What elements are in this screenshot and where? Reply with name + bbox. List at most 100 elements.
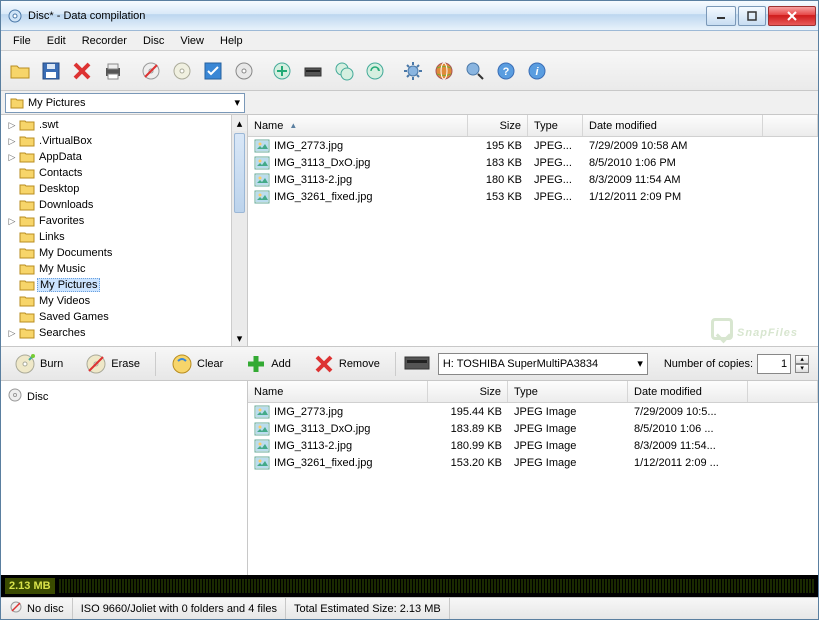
menu-recorder[interactable]: Recorder	[74, 33, 135, 49]
scroll-down-icon[interactable]: ▾	[232, 330, 247, 346]
scroll-thumb[interactable]	[234, 133, 245, 213]
col-type[interactable]: Type	[528, 115, 583, 136]
image-file-icon	[254, 405, 270, 419]
clear-button[interactable]: Clear	[164, 351, 230, 377]
list-item[interactable]: IMG_2773.jpg195 KBJPEG...7/29/2009 10:58…	[248, 137, 818, 154]
maximize-button[interactable]	[738, 6, 766, 26]
tree-item[interactable]: Links	[7, 229, 231, 245]
tree-item[interactable]: My Pictures	[7, 277, 231, 293]
image-file-icon	[254, 173, 270, 187]
folder-icon	[19, 166, 35, 180]
expand-icon[interactable]: ▷	[7, 136, 17, 147]
search-globe-icon[interactable]	[460, 56, 490, 86]
expand-icon[interactable]: ▷	[7, 328, 17, 339]
disc-label: Disc	[27, 391, 48, 403]
col-name[interactable]: Name	[248, 381, 428, 402]
add-button[interactable]: Add	[238, 351, 298, 377]
disc-icon	[7, 387, 23, 406]
tree-item[interactable]: ▷ AppData	[7, 149, 231, 165]
tree-item[interactable]: Saved Games	[7, 309, 231, 325]
col-date[interactable]: Date modified	[628, 381, 748, 402]
col-name[interactable]: Name▲	[248, 115, 468, 136]
scroll-up-icon[interactable]: ▴	[232, 115, 247, 131]
help-icon[interactable]: ?	[491, 56, 521, 86]
col-date[interactable]: Date modified	[583, 115, 763, 136]
menu-disc[interactable]: Disc	[135, 33, 172, 49]
list-item[interactable]: IMG_3113-2.jpg180 KBJPEG...8/3/2009 11:5…	[248, 171, 818, 188]
list-item[interactable]: IMG_3113_DxO.jpg183.89 KBJPEG Image8/5/2…	[248, 420, 818, 437]
list-item[interactable]: IMG_3261_fixed.jpg153 KBJPEG...1/12/2011…	[248, 188, 818, 205]
tree-item[interactable]: ▷.VirtualBox	[7, 133, 231, 149]
menu-edit[interactable]: Edit	[39, 33, 74, 49]
folder-icon	[19, 214, 35, 228]
expand-icon[interactable]: ▷	[7, 152, 17, 163]
minimize-button[interactable]	[706, 6, 736, 26]
tree-scrollbar[interactable]: ▴ ▾	[231, 115, 247, 346]
disc-tree[interactable]: Disc	[1, 381, 248, 575]
list-item[interactable]: IMG_3261_fixed.jpg153.20 KBJPEG Image1/1…	[248, 454, 818, 471]
tree-label: Links	[37, 231, 67, 243]
folder-icon	[19, 134, 35, 148]
list-item[interactable]: IMG_3113-2.jpg180.99 KBJPEG Image8/3/200…	[248, 437, 818, 454]
erase-button[interactable]: Erase	[78, 351, 147, 377]
folder-icon	[19, 118, 35, 132]
burn-button[interactable]: Burn	[7, 351, 70, 377]
list-item[interactable]: IMG_2773.jpg195.44 KBJPEG Image7/29/2009…	[248, 403, 818, 420]
tree-item[interactable]: My Videos	[7, 293, 231, 309]
tree-item[interactable]: ▷Favorites	[7, 213, 231, 229]
web-icon[interactable]	[429, 56, 459, 86]
source-file-list: Name▲ Size Type Date modified IMG_2773.j…	[248, 115, 818, 346]
disc-copy-icon[interactable]	[329, 56, 359, 86]
column-header: Name▲ Size Type Date modified	[248, 115, 818, 137]
drive-icon[interactable]	[298, 56, 328, 86]
expand-icon[interactable]: ▷	[7, 120, 17, 131]
disc-root[interactable]: Disc	[5, 385, 243, 408]
path-text: My Pictures	[28, 97, 85, 109]
folder-icon	[19, 310, 35, 324]
path-combo[interactable]: My Pictures ▾	[5, 93, 245, 113]
col-size[interactable]: Size	[468, 115, 528, 136]
tree-label: AppData	[37, 151, 84, 163]
folder-tree[interactable]: ▷.swt▷.VirtualBox▷AppDataContactsDesktop…	[1, 115, 248, 346]
menu-help[interactable]: Help	[212, 33, 251, 49]
open-folder-icon[interactable]	[5, 56, 35, 86]
menubar: File Edit Recorder Disc View Help	[1, 31, 818, 51]
burn-disc-icon[interactable]	[267, 56, 297, 86]
disc-icon[interactable]	[167, 56, 197, 86]
copies-up[interactable]: ▴	[795, 355, 809, 364]
list-item[interactable]: IMG_3113_DxO.jpg183 KBJPEG...8/5/2010 1:…	[248, 154, 818, 171]
status-total: Total Estimated Size: 2.13 MB	[286, 598, 450, 619]
menu-view[interactable]: View	[172, 33, 212, 49]
settings-icon[interactable]	[398, 56, 428, 86]
tree-item[interactable]: Downloads	[7, 197, 231, 213]
tree-item[interactable]: ▷.swt	[7, 117, 231, 133]
close-button[interactable]	[768, 6, 816, 26]
print-icon[interactable]	[98, 56, 128, 86]
tree-item[interactable]: My Documents	[7, 245, 231, 261]
disc-verify-icon[interactable]	[198, 56, 228, 86]
remove-button[interactable]: Remove	[306, 351, 387, 377]
col-type[interactable]: Type	[508, 381, 628, 402]
col-size[interactable]: Size	[428, 381, 508, 402]
drive-select[interactable]: H: TOSHIBA SuperMultiPA3834 ▾	[438, 353, 648, 375]
copies-input[interactable]	[757, 354, 791, 374]
tree-item[interactable]: Contacts	[7, 165, 231, 181]
nodisc-icon	[9, 600, 23, 617]
tree-label: Contacts	[37, 167, 84, 179]
disc-erase-icon[interactable]	[136, 56, 166, 86]
info-icon[interactable]: i	[522, 56, 552, 86]
disc-refresh-icon[interactable]	[360, 56, 390, 86]
copies-label: Number of copies:	[664, 358, 753, 370]
tree-item[interactable]: Desktop	[7, 181, 231, 197]
tree-item[interactable]: ▷Searches	[7, 325, 231, 341]
folder-icon	[19, 182, 35, 196]
image-file-icon	[254, 456, 270, 470]
image-file-icon	[254, 439, 270, 453]
menu-file[interactable]: File	[5, 33, 39, 49]
expand-icon[interactable]: ▷	[7, 216, 17, 227]
tree-item[interactable]: My Music	[7, 261, 231, 277]
disc-media-icon[interactable]	[229, 56, 259, 86]
copies-down[interactable]: ▾	[795, 364, 809, 373]
save-icon[interactable]	[36, 56, 66, 86]
delete-icon[interactable]	[67, 56, 97, 86]
